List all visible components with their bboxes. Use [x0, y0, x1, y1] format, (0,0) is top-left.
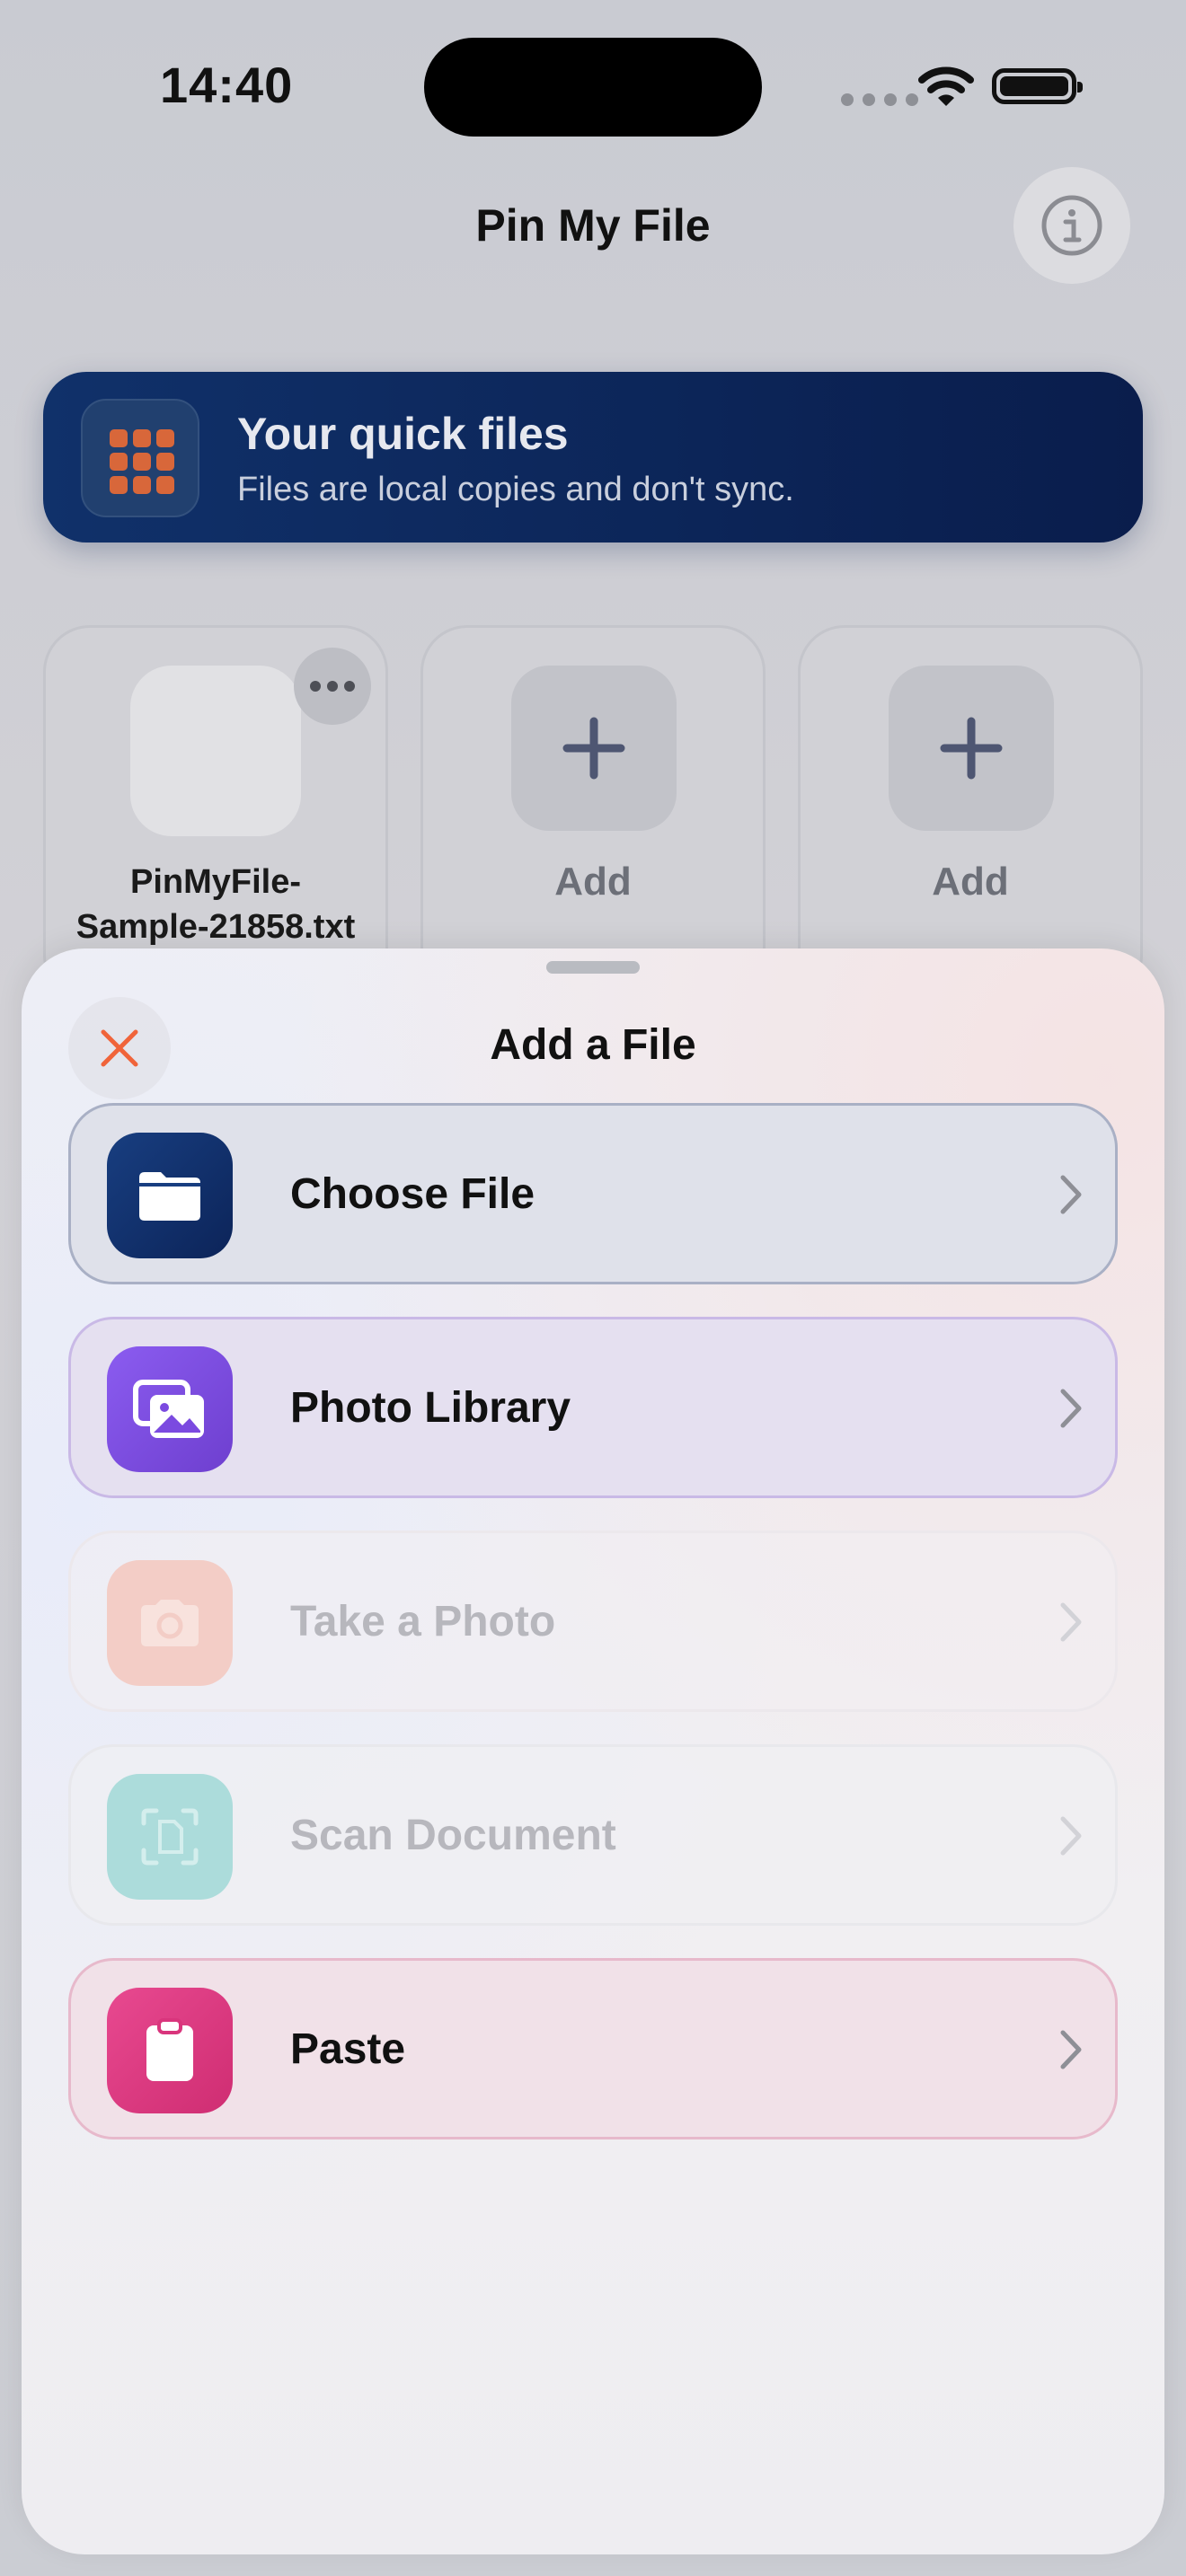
file-thumbnail [130, 666, 301, 836]
chevron-right-icon [1060, 1602, 1082, 1642]
choose-file-option[interactable]: Choose File [68, 1103, 1118, 1284]
scan-document-label: Scan Document [290, 1811, 616, 1859]
file-tile[interactable]: PinMyFile- Sample-21858.txt [43, 625, 388, 1002]
add-file-sheet: Add a File Choose File Photo Library Tak… [22, 948, 1164, 2554]
info-button[interactable] [1013, 167, 1130, 284]
file-name: PinMyFile- Sample-21858.txt [46, 860, 385, 949]
file-name-line1: PinMyFile- [129, 863, 302, 901]
paste-option[interactable]: Paste [68, 1958, 1118, 2139]
chevron-right-icon [1060, 1175, 1082, 1214]
more-button[interactable] [294, 648, 371, 725]
sheet-grabber[interactable] [546, 961, 640, 974]
wifi-icon [918, 66, 974, 106]
add-label: Add [932, 860, 1009, 904]
photo-library-option[interactable]: Photo Library [68, 1317, 1118, 1498]
plus-icon [889, 666, 1054, 831]
dynamic-island [424, 38, 762, 137]
choose-file-label: Choose File [290, 1169, 535, 1218]
photos-icon [107, 1346, 233, 1472]
grid-icon [81, 399, 199, 517]
sheet-title: Add a File [490, 1021, 696, 1069]
banner-subtitle: Files are local copies and don't sync. [237, 471, 794, 508]
plus-icon [511, 666, 677, 831]
folder-icon [107, 1133, 233, 1258]
add-label: Add [554, 860, 632, 904]
battery-icon [992, 68, 1083, 104]
chevron-right-icon [1060, 2030, 1082, 2069]
info-icon [1041, 195, 1102, 256]
cellular-signal-icon [841, 93, 918, 106]
take-photo-label: Take a Photo [290, 1597, 556, 1645]
clipboard-icon [107, 1988, 233, 2113]
take-photo-option[interactable]: Take a Photo [68, 1531, 1118, 1712]
add-tile[interactable]: Add [420, 625, 766, 1002]
page-title: Pin My File [475, 200, 711, 251]
chevron-right-icon [1060, 1816, 1082, 1856]
quick-files-banner: Your quick files Files are local copies … [43, 372, 1143, 543]
chevron-right-icon [1060, 1389, 1082, 1428]
photo-library-label: Photo Library [290, 1383, 571, 1432]
scan-icon [107, 1774, 233, 1900]
camera-icon [107, 1560, 233, 1686]
add-tile[interactable]: Add [798, 625, 1143, 1002]
file-name-line2: Sample-21858.txt [75, 908, 356, 946]
paste-label: Paste [290, 2025, 406, 2073]
scan-document-option[interactable]: Scan Document [68, 1744, 1118, 1926]
banner-title: Your quick files [237, 409, 569, 459]
status-time: 14:40 [160, 57, 294, 113]
